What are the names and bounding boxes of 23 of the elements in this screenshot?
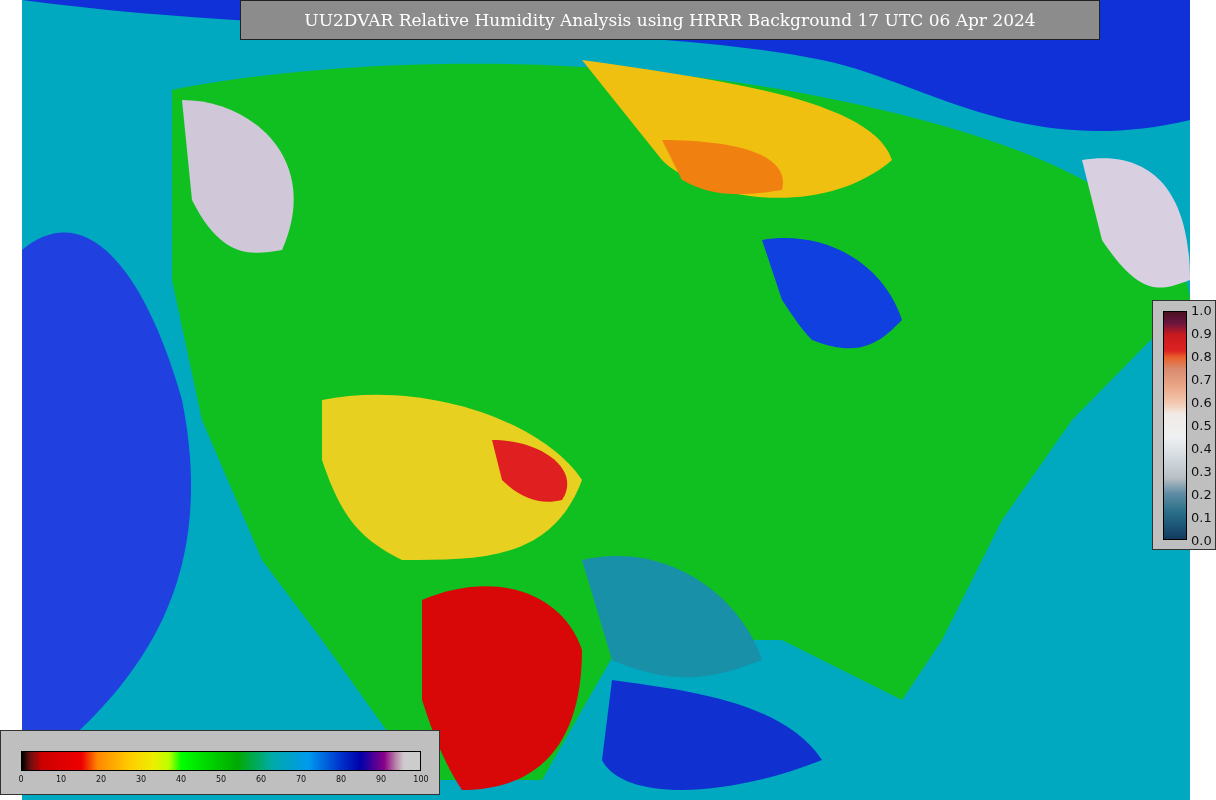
- tick-label: 0.5: [1191, 418, 1212, 433]
- tick-label: 100: [412, 775, 430, 784]
- tick-label: 0.7: [1191, 372, 1212, 387]
- tick-label: 0.9: [1191, 326, 1212, 341]
- tick-label: 60: [254, 775, 268, 784]
- tick-label: 20: [94, 775, 108, 784]
- tick-label: 30: [134, 775, 148, 784]
- tick-label: 0.0: [1191, 533, 1212, 548]
- tick-label: 1.0: [1191, 303, 1212, 318]
- map-title: UU2DVAR Relative Humidity Analysis using HRRR Background 17 UTC 06 Apr 2024: [240, 0, 1100, 40]
- tick-label: 10: [54, 775, 68, 784]
- tick-label: 70: [294, 775, 308, 784]
- tick-label: 0.3: [1191, 464, 1212, 479]
- tick-label: 0.6: [1191, 395, 1212, 410]
- tick-label: 0.8: [1191, 349, 1212, 364]
- tick-label: 0.2: [1191, 487, 1212, 502]
- tick-label: 0.4: [1191, 441, 1212, 456]
- tick-label: 0: [17, 775, 25, 784]
- tick-label: 90: [374, 775, 388, 784]
- tick-label: 50: [214, 775, 228, 784]
- tick-label: 40: [174, 775, 188, 784]
- tick-label: 0.1: [1191, 510, 1212, 525]
- tick-label: 80: [334, 775, 348, 784]
